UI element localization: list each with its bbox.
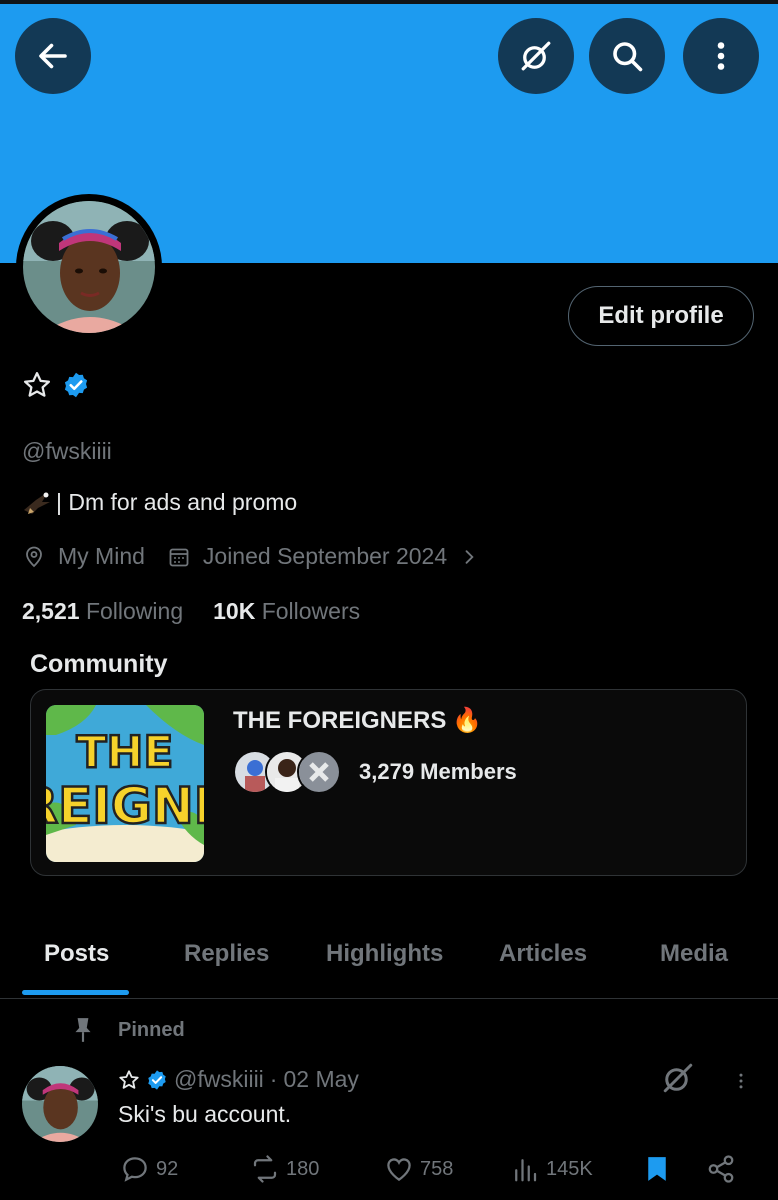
display-name bbox=[22, 370, 90, 400]
share-icon bbox=[708, 1155, 734, 1183]
profile-bio: | Dm for ads and promo bbox=[22, 489, 297, 516]
post-text: Ski's bu account. bbox=[118, 1101, 292, 1127]
chevron-right-icon bbox=[465, 549, 474, 564]
tab-highlights[interactable]: Highlights bbox=[326, 940, 443, 968]
like-count: 758 bbox=[420, 1157, 454, 1180]
grok-slash-icon bbox=[521, 41, 551, 71]
location-text: My Mind bbox=[58, 543, 145, 569]
like-button[interactable]: 758 bbox=[384, 1151, 453, 1187]
location: My Mind bbox=[22, 543, 145, 570]
post-date[interactable]: 02 May bbox=[283, 1066, 358, 1093]
community-section-title: Community bbox=[30, 650, 168, 678]
pin-icon bbox=[75, 1018, 91, 1042]
community-image-line2: REIGNI bbox=[46, 777, 204, 835]
joined-date[interactable]: Joined September 2024 bbox=[167, 543, 479, 570]
profile-tabs: Posts Replies Highlights Articles Media bbox=[0, 930, 778, 999]
eagle-emoji-icon bbox=[24, 491, 50, 514]
location-pin-icon bbox=[26, 546, 42, 567]
back-button[interactable] bbox=[15, 18, 91, 94]
joined-text: Joined September 2024 bbox=[202, 543, 448, 569]
repost-count: 180 bbox=[286, 1157, 320, 1180]
members-count: 3,279 Members bbox=[359, 759, 517, 784]
grok-button[interactable] bbox=[498, 18, 574, 94]
followers-count: 10K bbox=[213, 598, 256, 624]
active-tab-indicator bbox=[22, 990, 129, 995]
view-count: 145K bbox=[546, 1157, 593, 1180]
followers-link[interactable]: 10K Followers bbox=[213, 598, 360, 625]
profile-meta: My Mind Joined September 2024 bbox=[22, 543, 501, 570]
following-link[interactable]: 2,521 Following bbox=[22, 598, 183, 625]
views-button[interactable]: 145K bbox=[510, 1151, 593, 1187]
follow-stats: 2,521 Following 10K Followers bbox=[22, 598, 360, 625]
edit-profile-button[interactable]: Edit profile bbox=[568, 286, 754, 346]
tab-replies[interactable]: Replies bbox=[184, 940, 269, 968]
reply-count: 92 bbox=[156, 1157, 179, 1180]
analytics-bars-icon bbox=[515, 1159, 537, 1182]
verified-badge-icon[interactable] bbox=[62, 371, 90, 399]
post-more-button[interactable] bbox=[726, 1066, 756, 1096]
tab-posts[interactable]: Posts bbox=[44, 940, 109, 968]
repost-icon bbox=[253, 1155, 277, 1183]
community-name: THE FOREIGNERS 🔥 bbox=[233, 706, 482, 735]
bookmark-filled-icon bbox=[648, 1157, 666, 1181]
community-members: 3,279 Members bbox=[233, 750, 517, 794]
arrow-left-icon bbox=[39, 43, 67, 69]
avatar-image bbox=[23, 201, 155, 333]
star-outline-icon bbox=[119, 1069, 139, 1089]
pinned-label: Pinned bbox=[70, 1016, 185, 1044]
post-header: @fwskiiii · 02 May bbox=[118, 1066, 359, 1093]
heart-icon bbox=[387, 1158, 411, 1181]
more-vertical-icon bbox=[717, 42, 725, 70]
post-handle[interactable]: @fwskiiii bbox=[174, 1066, 264, 1093]
verified-badge-icon bbox=[148, 1069, 166, 1090]
member-avatar bbox=[297, 750, 341, 794]
community-image-line1: THE bbox=[77, 727, 174, 778]
post-author-avatar[interactable] bbox=[22, 1066, 98, 1142]
pinned-text: Pinned bbox=[118, 1018, 185, 1041]
profile-handle: @fwskiiii bbox=[22, 438, 112, 464]
community-image: THE REIGNI bbox=[46, 705, 204, 862]
community-name-text: THE FOREIGNERS bbox=[233, 706, 447, 734]
post-separator: · bbox=[269, 1066, 278, 1092]
tab-media[interactable]: Media bbox=[660, 940, 728, 968]
reply-button[interactable]: 92 bbox=[120, 1151, 178, 1187]
following-count: 2,521 bbox=[22, 598, 80, 624]
followers-label: Followers bbox=[261, 598, 361, 624]
repost-button[interactable]: 180 bbox=[250, 1151, 319, 1187]
grok-slash-icon[interactable] bbox=[660, 1060, 696, 1096]
tab-articles[interactable]: Articles bbox=[499, 940, 587, 968]
following-label: Following bbox=[85, 598, 184, 624]
community-card[interactable]: THE REIGNI THE FOREIGNERS 🔥 3,279 Member… bbox=[30, 689, 747, 876]
profile-avatar[interactable] bbox=[16, 194, 162, 340]
more-vertical-icon bbox=[739, 1073, 743, 1089]
bio-text: | Dm for ads and promo bbox=[56, 489, 298, 515]
search-icon bbox=[613, 42, 643, 72]
fire-emoji: 🔥 bbox=[452, 707, 483, 734]
star-outline-icon bbox=[24, 372, 50, 397]
reply-icon bbox=[123, 1157, 147, 1182]
calendar-icon bbox=[169, 548, 189, 566]
bookmark-button[interactable] bbox=[642, 1151, 672, 1187]
more-options-button[interactable] bbox=[683, 18, 759, 94]
search-button[interactable] bbox=[589, 18, 665, 94]
share-button[interactable] bbox=[706, 1151, 736, 1187]
